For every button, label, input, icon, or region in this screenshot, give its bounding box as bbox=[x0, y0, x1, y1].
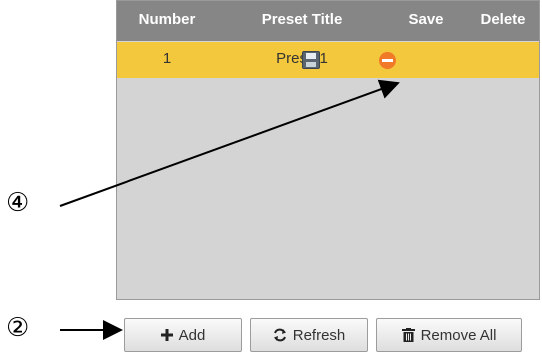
remove-all-button-label: Remove All bbox=[420, 326, 497, 344]
refresh-icon bbox=[273, 328, 287, 342]
arrow-to-save bbox=[59, 79, 400, 207]
refresh-button-label: Refresh bbox=[292, 326, 346, 344]
callout-arrows bbox=[59, 79, 400, 340]
add-button[interactable]: Add bbox=[124, 318, 242, 352]
trash-icon bbox=[401, 328, 415, 342]
remove-all-button[interactable]: Remove All bbox=[376, 318, 522, 352]
refresh-button[interactable]: Refresh bbox=[250, 318, 368, 352]
callout-label-4: ④ bbox=[6, 188, 30, 218]
callout-label-2: ② bbox=[6, 313, 30, 343]
add-button-label: Add bbox=[178, 326, 206, 344]
plus-icon bbox=[160, 329, 173, 341]
